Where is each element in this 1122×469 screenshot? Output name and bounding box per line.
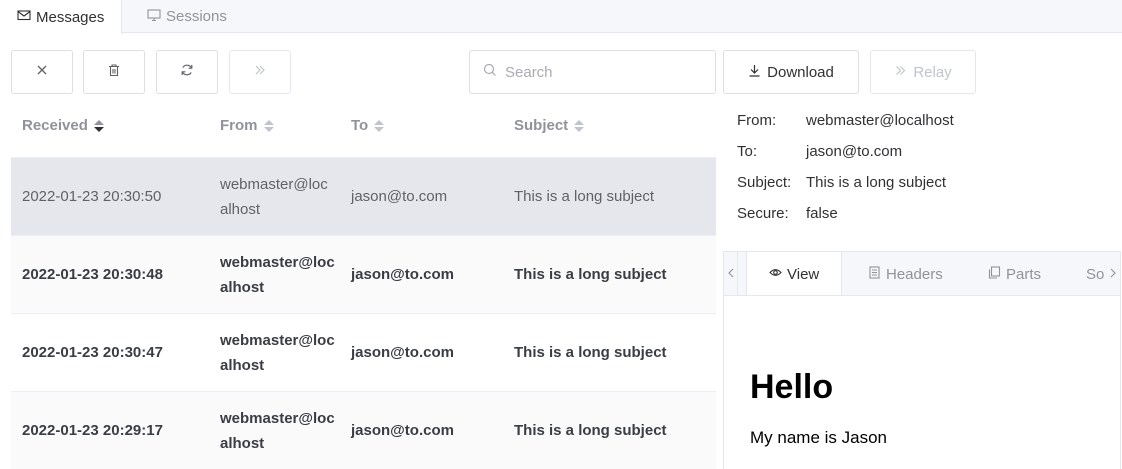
chevron-left-icon	[727, 265, 735, 283]
received-cell: 2022-01-23 20:29:17	[22, 422, 163, 439]
detail-from-value: webmaster@localhost	[806, 112, 954, 129]
detail-secure-label: Secure:	[737, 205, 789, 222]
tab-parts[interactable]: Parts	[988, 252, 1042, 295]
messages-table: Received From To Subject 2022-01-23 20:3…	[11, 94, 716, 469]
tab-parts-label: Parts	[1006, 265, 1042, 283]
table-row[interactable]: 2022-01-23 20:29:17 webmaster@localhost …	[11, 392, 716, 469]
subject-cell: This is a long subject	[514, 188, 655, 205]
tab-sessions[interactable]: Sessions	[130, 0, 244, 33]
subject-cell: This is a long subject	[514, 344, 667, 361]
double-chevron-right-icon	[894, 64, 907, 81]
to-cell: jason@to.com	[351, 188, 448, 205]
close-icon	[35, 63, 49, 82]
forward-button[interactable]	[229, 50, 291, 94]
tab-source-label: So	[1086, 265, 1105, 283]
from-cell: webmaster@localhost	[220, 253, 335, 296]
tab-messages[interactable]: Messages	[0, 0, 123, 34]
sort-icon[interactable]	[574, 119, 585, 132]
received-cell: 2022-01-23 20:30:48	[22, 266, 163, 283]
detail-subject-row: Subject: This is a long subject	[737, 167, 954, 198]
double-chevron-right-icon	[253, 63, 267, 82]
column-header-subject[interactable]: Subject	[514, 113, 714, 138]
from-cell: webmaster@localhost	[220, 175, 328, 218]
tab-headers[interactable]: Headers	[868, 252, 943, 295]
clear-button[interactable]	[11, 50, 73, 94]
to-cell: jason@to.com	[351, 344, 454, 361]
preview-heading: Hello	[750, 368, 834, 406]
column-header-from[interactable]: From	[220, 113, 335, 138]
relay-label: Relay	[913, 63, 952, 81]
preview-content: Hello My name is Jason	[750, 368, 887, 448]
tab-view[interactable]: View	[746, 252, 843, 295]
document-icon	[868, 265, 881, 283]
delete-button[interactable]	[83, 50, 145, 94]
refresh-icon	[180, 63, 194, 82]
refresh-button[interactable]	[156, 50, 218, 94]
detail-to-value: jason@to.com	[806, 143, 903, 160]
detail-to-row: To: jason@to.com	[737, 136, 954, 167]
envelope-icon	[17, 8, 31, 26]
tab-sessions-label: Sessions	[166, 8, 227, 25]
message-details: From: webmaster@localhost To: jason@to.c…	[737, 105, 954, 229]
preview-paragraph: My name is Jason	[750, 428, 887, 447]
tab-messages-label: Messages	[36, 8, 105, 26]
received-cell: 2022-01-23 20:30:50	[22, 188, 162, 205]
detail-from-label: From:	[737, 112, 777, 129]
relay-button[interactable]: Relay	[870, 50, 976, 94]
sort-icon[interactable]	[263, 119, 274, 132]
tab-headers-label: Headers	[886, 265, 943, 283]
detail-subject-label: Subject:	[737, 174, 792, 191]
received-cell: 2022-01-23 20:30:47	[22, 344, 163, 361]
tab-source[interactable]: So	[1086, 252, 1105, 295]
search-icon	[483, 63, 497, 82]
sort-desc-icon[interactable]	[93, 119, 104, 132]
copy-icon	[988, 265, 1001, 283]
monitor-icon	[147, 8, 161, 26]
search-box[interactable]	[469, 50, 716, 94]
detail-subject-value: This is a long subject	[806, 174, 947, 191]
search-input[interactable]	[505, 63, 695, 81]
table-header: Received From To Subject	[11, 94, 716, 158]
preview-tabs: View Headers Parts So	[724, 252, 1120, 296]
to-cell: jason@to.com	[351, 266, 454, 283]
trash-icon	[107, 63, 121, 82]
download-icon	[748, 64, 761, 81]
subject-cell: This is a long subject	[514, 422, 667, 439]
detail-secure-value: false	[806, 205, 838, 222]
detail-from-row: From: webmaster@localhost	[737, 105, 954, 136]
scroll-left-button[interactable]	[724, 252, 738, 295]
detail-secure-row: Secure: false	[737, 198, 954, 229]
subject-cell: This is a long subject	[514, 266, 667, 283]
tab-view-label: View	[787, 266, 820, 283]
eye-icon	[769, 266, 782, 283]
chevron-right-icon	[1109, 265, 1117, 283]
scroll-right-button[interactable]	[1106, 252, 1120, 295]
table-row[interactable]: 2022-01-23 20:30:50 webmaster@localhost …	[11, 158, 716, 236]
detail-to-label: To:	[737, 143, 758, 160]
column-header-received[interactable]: Received	[22, 113, 212, 138]
from-cell: webmaster@localhost	[220, 331, 335, 374]
column-header-to[interactable]: To	[351, 113, 501, 138]
table-row[interactable]: 2022-01-23 20:30:48 webmaster@localhost …	[11, 236, 716, 314]
download-label: Download	[767, 63, 834, 81]
sort-icon[interactable]	[374, 119, 385, 132]
table-row[interactable]: 2022-01-23 20:30:47 webmaster@localhost …	[11, 314, 716, 392]
top-tabs: Messages Sessions	[0, 0, 1122, 34]
download-button[interactable]: Download	[723, 50, 859, 94]
from-cell: webmaster@localhost	[220, 409, 335, 452]
to-cell: jason@to.com	[351, 422, 454, 439]
